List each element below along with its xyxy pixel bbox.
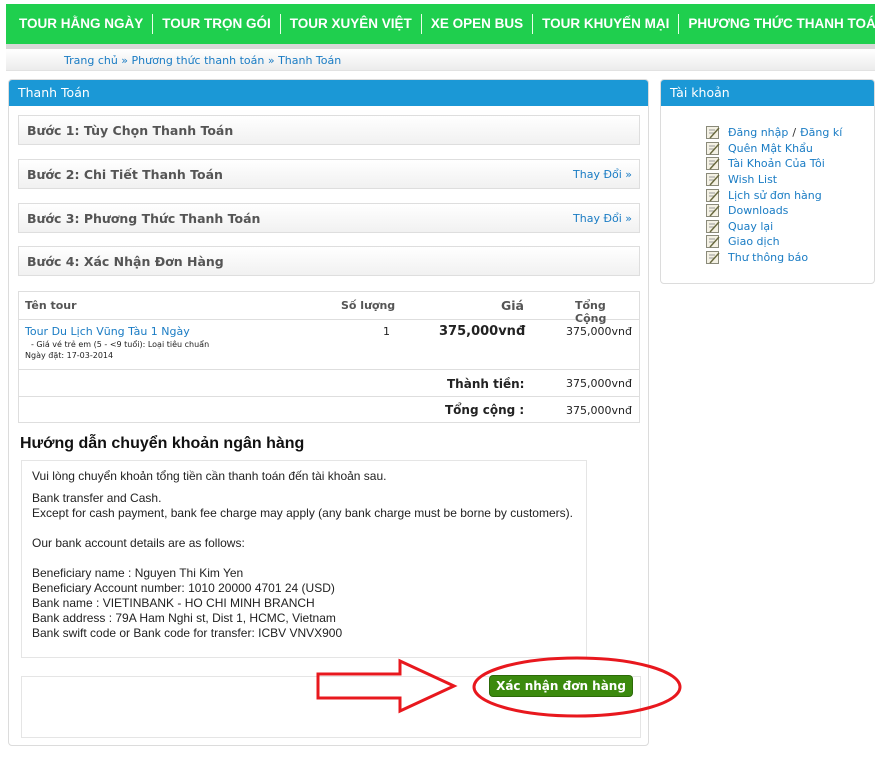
account-sidebar-title: Tài khoản — [661, 80, 874, 106]
wish-list-link[interactable]: Wish List — [728, 173, 777, 186]
edit-icon — [706, 235, 720, 249]
newsletter-link[interactable]: Thư thông báo — [728, 251, 808, 264]
list-item: Thư thông báo — [706, 250, 842, 266]
transactions-link[interactable]: Giao dịch — [728, 235, 780, 248]
edit-icon — [706, 141, 720, 155]
returns-link[interactable]: Quay lại — [728, 220, 773, 233]
list-item: Giao dịch — [706, 234, 842, 250]
login-register-separator: / — [792, 126, 797, 140]
order-history-link[interactable]: Lịch sử đơn hàng — [728, 189, 822, 202]
edit-icon — [706, 188, 720, 202]
list-item: Lịch sử đơn hàng — [706, 187, 842, 203]
edit-icon — [706, 126, 720, 140]
edit-icon — [706, 157, 720, 171]
edit-icon — [706, 173, 720, 187]
list-item: Quên Mật Khẩu — [706, 141, 842, 157]
list-item: Wish List — [706, 172, 842, 188]
list-item: Quay lại — [706, 219, 842, 235]
register-link[interactable]: Đăng kí — [800, 126, 842, 139]
list-item: Downloads — [706, 203, 842, 219]
my-account-link[interactable]: Tài Khoản Của Tôi — [728, 157, 825, 170]
list-item: Tài Khoản Của Tôi — [706, 156, 842, 172]
account-links: Đăng nhập / Đăng kí Quên Mật Khẩu Tài Khoả… — [706, 125, 842, 265]
edit-icon — [706, 251, 720, 265]
downloads-link[interactable]: Downloads — [728, 204, 788, 217]
confirm-order-button[interactable]: Xác nhận đơn hàng — [489, 675, 633, 697]
forgot-password-link[interactable]: Quên Mật Khẩu — [728, 142, 813, 155]
list-item: Đăng nhập / Đăng kí — [706, 125, 842, 141]
edit-icon — [706, 204, 720, 218]
account-sidebar: Tài khoản Đăng nhập / Đăng kí Quên Mật Khẩ… — [660, 79, 875, 284]
red-arrow-icon — [316, 658, 458, 714]
edit-icon — [706, 219, 720, 233]
login-link[interactable]: Đăng nhập — [728, 126, 788, 139]
